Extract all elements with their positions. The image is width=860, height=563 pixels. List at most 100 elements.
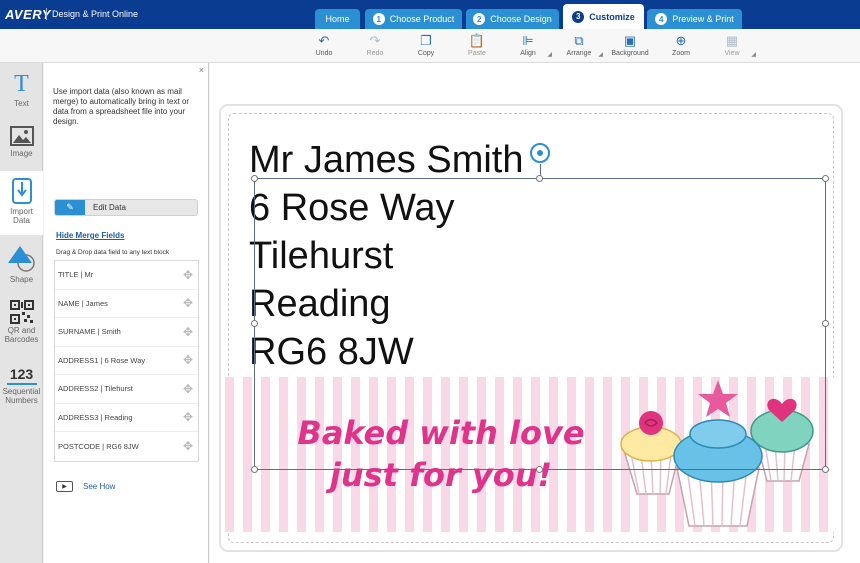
play-video-icon: ▶: [56, 481, 73, 492]
dropdown-corner-icon: ◢: [751, 52, 756, 58]
rail-label: Import: [10, 207, 33, 216]
rail-label: Text: [14, 99, 29, 108]
resize-handle-top-right[interactable]: [822, 175, 829, 182]
move-icon: ✥: [182, 381, 193, 396]
resize-handle-bottom[interactable]: [536, 466, 543, 473]
merge-field-address3[interactable]: ADDRESS3 | Reading ✥: [55, 404, 198, 432]
top-bar: AVERY Design & Print Online Home 1 Choos…: [0, 0, 860, 29]
move-icon: ✥: [182, 410, 193, 425]
rail-label: Sequential: [2, 387, 41, 396]
see-how-link[interactable]: ▶ See How: [56, 481, 115, 492]
tab-label: Choose Product: [389, 14, 455, 24]
undo-icon: ↶: [318, 33, 330, 48]
merge-field-name[interactable]: NAME | James ✥: [55, 290, 198, 318]
tab-preview-print[interactable]: 4 Preview & Print: [647, 9, 742, 29]
image-icon: [9, 126, 34, 146]
move-icon: ✥: [182, 353, 193, 368]
merge-field-postcode[interactable]: POSTCODE | RG6 8JW ✥: [55, 432, 198, 461]
resize-handle-bottom-right[interactable]: [822, 466, 829, 473]
edit-data-button[interactable]: ✎ Edit Data: [54, 199, 198, 216]
rail-label: Data: [13, 216, 30, 225]
rotate-handle[interactable]: [530, 143, 550, 163]
avery-logo[interactable]: AVERY: [5, 7, 51, 22]
tab-label: Customize: [589, 11, 635, 22]
tab-label: Home: [325, 14, 350, 24]
zoom-icon: ⊕: [675, 33, 687, 48]
rail-label: QR and: [7, 326, 36, 335]
merge-field-address1[interactable]: ADDRESS1 | 6 Rose Way ✥: [55, 347, 198, 375]
rail-label: Shape: [9, 275, 34, 284]
design-canvas: Mr James Smith 6 Rose Way Tilehurst Read…: [210, 63, 860, 563]
rail-label: Numbers: [5, 396, 38, 405]
merge-field-label: ADDRESS3 | Reading: [58, 412, 133, 422]
zoom-label: Zoom: [672, 50, 690, 57]
background-label: Background: [611, 50, 649, 57]
close-icon[interactable]: ×: [199, 65, 204, 75]
dropdown-corner-icon: ◢: [547, 52, 552, 58]
rail-item-import-data[interactable]: Import Data: [0, 171, 43, 235]
step-number: 4: [655, 13, 668, 25]
rail-item-image[interactable]: Image: [0, 125, 43, 158]
resize-handle-right[interactable]: [822, 320, 829, 327]
merge-field-list: TITLE | Mr ✥ NAME | James ✥ SURNAME | Smit…: [54, 260, 199, 462]
merge-field-label: ADDRESS1 | 6 Rose Way: [58, 355, 146, 365]
resize-handle-top[interactable]: [536, 175, 543, 182]
tab-label: Preview & Print: [672, 14, 734, 24]
paste-label: Paste: [468, 50, 486, 57]
import-data-icon: [11, 178, 32, 204]
step-number: 3: [572, 10, 585, 23]
copy-icon: ❐: [420, 33, 432, 48]
merge-field-surname[interactable]: SURNAME | Smith ✥: [55, 318, 198, 347]
see-how-label: See How: [83, 482, 116, 491]
panel-description: Use import data (also known as mail merg…: [53, 87, 190, 126]
arrange-icon: ⧉: [574, 33, 584, 48]
grid-icon: ▦: [725, 33, 739, 48]
merge-field-title[interactable]: TITLE | Mr ✥: [55, 261, 198, 290]
view-label: View: [724, 50, 740, 57]
rail-item-shape[interactable]: Shape: [0, 243, 43, 284]
rail-item-sequential-numbers[interactable]: 123 Sequential Numbers: [0, 366, 43, 405]
zoom-button[interactable]: ⊕ Zoom: [661, 32, 701, 57]
rail-item-text[interactable]: T Text: [0, 71, 43, 108]
edit-data-label: Edit Data: [93, 203, 126, 212]
import-data-panel: × Use import data (also known as mail me…: [44, 63, 209, 563]
tab-home[interactable]: Home: [315, 9, 360, 29]
tab-choose-product[interactable]: 1 Choose Product: [365, 9, 462, 29]
resize-handle-top-left[interactable]: [251, 175, 258, 182]
rail-label: Image: [10, 149, 33, 158]
view-button[interactable]: ▦ View ◢: [712, 32, 756, 58]
hide-merge-fields-link[interactable]: Hide Merge Fields: [56, 231, 124, 240]
merge-field-address2[interactable]: ADDRESS2 | Tilehurst ✥: [55, 375, 198, 404]
app-subtitle: Design & Print Online: [52, 9, 139, 19]
merge-field-label: NAME | James: [58, 298, 108, 308]
background-button[interactable]: ▣ Background: [610, 32, 650, 57]
copy-button[interactable]: ❐ Copy: [406, 32, 446, 57]
toolbar: ↶ Undo ↷ Redo ❐ Copy 📋 Paste ⊫ Align ◢ ⧉…: [0, 29, 860, 63]
align-button[interactable]: ⊫ Align ◢: [508, 32, 552, 58]
dropdown-corner-icon: ◢: [598, 52, 603, 58]
rail-item-qr-barcodes[interactable]: QR and Barcodes: [0, 300, 43, 344]
move-icon: ✥: [182, 296, 193, 311]
move-icon: ✥: [182, 267, 193, 282]
align-icon: ⊫: [522, 33, 534, 48]
resize-handle-bottom-left[interactable]: [251, 466, 258, 473]
edit-icon: ✎: [55, 200, 85, 215]
merge-field-label: ADDRESS2 | Tilehurst: [58, 384, 133, 394]
sequential-numbers-icon: 123: [6, 366, 37, 385]
tab-customize[interactable]: 3 Customize: [563, 4, 644, 29]
paste-button[interactable]: 📋 Paste: [457, 32, 497, 57]
qr-code-icon: [9, 300, 34, 324]
undo-button[interactable]: ↶ Undo: [304, 32, 344, 57]
redo-button[interactable]: ↷ Redo: [355, 32, 395, 57]
merge-field-label: SURNAME | Smith: [58, 327, 121, 337]
label-artboard[interactable]: Mr James Smith 6 Rose Way Tilehurst Read…: [219, 104, 843, 552]
move-icon: ✥: [182, 439, 193, 454]
step-number: 2: [473, 13, 486, 25]
merge-field-label: POSTCODE | RG6 8JW: [58, 441, 139, 451]
tab-choose-design[interactable]: 2 Choose Design: [466, 9, 559, 29]
step-number: 1: [372, 13, 385, 25]
address-line: Mr James Smith: [249, 139, 524, 181]
arrange-button[interactable]: ⧉ Arrange ◢: [559, 32, 603, 58]
move-icon: ✥: [182, 324, 193, 339]
resize-handle-left[interactable]: [251, 320, 258, 327]
